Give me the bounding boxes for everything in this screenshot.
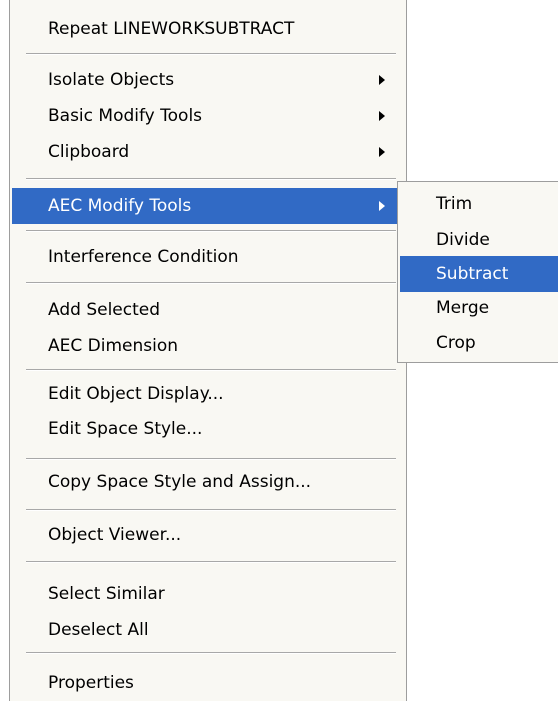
submenu-item-label: Trim (436, 194, 473, 214)
menu-item-edit-space-style[interactable]: Edit Space Style... (12, 411, 404, 447)
menu-item-repeat-lineworksubtract[interactable]: Repeat LINEWORKSUBTRACT (12, 11, 404, 47)
menu-item-aec-dimension[interactable]: AEC Dimension (12, 328, 404, 364)
menu-item-label: Object Viewer... (48, 525, 182, 545)
menu-item-label: Properties (48, 673, 134, 693)
menu-separator (26, 458, 396, 460)
menu-item-label: Edit Space Style... (48, 419, 203, 439)
menu-item-properties[interactable]: Properties (12, 665, 404, 701)
menu-item-label: Edit Object Display... (48, 384, 224, 404)
submenu-item-label: Crop (436, 333, 476, 353)
menu-item-label: Deselect All (48, 620, 149, 640)
menu-item-label: Copy Space Style and Assign... (48, 472, 312, 492)
submenu-arrow-icon (379, 201, 385, 211)
submenu-arrow-icon (379, 147, 385, 157)
menu-item-interference-condition[interactable]: Interference Condition (12, 239, 404, 275)
menu-item-add-selected[interactable]: Add Selected (12, 292, 404, 328)
menu-separator (26, 230, 396, 232)
menu-item-clipboard[interactable]: Clipboard (12, 134, 404, 170)
menu-item-label: Basic Modify Tools (48, 106, 203, 126)
context-menu: Repeat LINEWORKSUBTRACT Isolate Objects … (9, 0, 407, 701)
menu-item-edit-object-display[interactable]: Edit Object Display... (12, 376, 404, 412)
submenu-item-label: Merge (436, 298, 490, 318)
submenu-arrow-icon (379, 75, 385, 85)
submenu-item-divide[interactable]: Divide (400, 222, 558, 258)
submenu-item-label: Divide (436, 230, 490, 250)
menu-item-label: Interference Condition (48, 247, 239, 267)
menu-separator (26, 178, 396, 180)
menu-separator (26, 53, 396, 55)
aec-modify-tools-submenu: Trim Divide Subtract Merge Crop (397, 181, 558, 363)
menu-separator (26, 282, 396, 284)
menu-item-label: Repeat LINEWORKSUBTRACT (48, 19, 295, 39)
submenu-item-subtract[interactable]: Subtract (400, 256, 558, 292)
menu-item-isolate-objects[interactable]: Isolate Objects (12, 62, 404, 98)
menu-item-label: Clipboard (48, 142, 130, 162)
submenu-item-label: Subtract (436, 264, 509, 284)
menu-item-label: Select Similar (48, 584, 165, 604)
menu-item-deselect-all[interactable]: Deselect All (12, 612, 404, 648)
menu-item-select-similar[interactable]: Select Similar (12, 576, 404, 612)
menu-item-label: AEC Modify Tools (48, 196, 192, 216)
menu-separator (26, 561, 396, 563)
menu-separator (26, 369, 396, 371)
submenu-item-merge[interactable]: Merge (400, 290, 558, 326)
menu-separator (26, 652, 396, 654)
menu-item-aec-modify-tools[interactable]: AEC Modify Tools (12, 188, 404, 224)
menu-item-label: Isolate Objects (48, 70, 175, 90)
submenu-item-crop[interactable]: Crop (400, 325, 558, 361)
submenu-item-trim[interactable]: Trim (400, 186, 558, 222)
menu-separator (26, 509, 396, 511)
submenu-arrow-icon (379, 111, 385, 121)
menu-item-label: Add Selected (48, 300, 161, 320)
menu-item-copy-space-style-and-assign[interactable]: Copy Space Style and Assign... (12, 464, 404, 500)
menu-item-label: AEC Dimension (48, 336, 179, 356)
menu-item-object-viewer[interactable]: Object Viewer... (12, 517, 404, 553)
menu-item-basic-modify-tools[interactable]: Basic Modify Tools (12, 98, 404, 134)
